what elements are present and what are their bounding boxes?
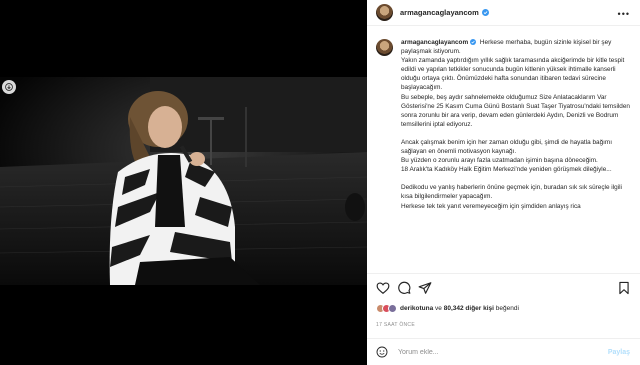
post-timestamp[interactable]: 17 SAAT ÖNCE xyxy=(376,322,415,328)
verified-badge-icon xyxy=(481,9,489,16)
verified-badge-icon xyxy=(470,39,477,45)
caption-paragraph-6: 18 Aralık'ta Kadıköy Halk Eğitim Merkezi… xyxy=(401,166,612,174)
caption-scroll-area[interactable]: armagancaglayancom Herkese merhaba, bugü… xyxy=(367,30,640,274)
caption-paragraph-9: Herkese tek tek yanıt veremeyeceğim için… xyxy=(401,202,581,210)
caption-paragraph-5: Bu yüzden o zorunlu arayı fazla uzatmada… xyxy=(401,157,598,165)
comment-input[interactable] xyxy=(398,348,608,356)
caption: armagancaglayancom Herkese merhaba, bugü… xyxy=(376,38,630,211)
more-options-button[interactable]: ••• xyxy=(618,9,630,19)
instagram-post-modal: armagancaglayancom ••• armagancaglayanco… xyxy=(0,0,640,365)
post-comment-button[interactable]: Paylaş xyxy=(608,349,630,356)
comment-icon[interactable] xyxy=(397,281,411,295)
avatar[interactable] xyxy=(376,4,393,21)
likes-connector: ve xyxy=(435,305,442,312)
caption-paragraph-4: Ancak çalışmak benim için her zaman oldu… xyxy=(401,138,612,156)
caption-paragraph-2: Bu sebeple, beş aydır sahnelemekte olduğ… xyxy=(401,93,630,128)
likes-suffix: beğendi xyxy=(495,305,519,312)
heart-icon[interactable] xyxy=(376,281,390,295)
likes-text: derikotuna ve 80,342 diğer kişi beğendi xyxy=(400,305,519,312)
comment-composer: Paylaş xyxy=(367,338,640,365)
likes-count[interactable]: 80,342 diğer kişi xyxy=(444,305,494,312)
post-media-area xyxy=(0,0,367,365)
caption-text: armagancaglayancom Herkese merhaba, bugü… xyxy=(401,38,630,211)
post-photo[interactable] xyxy=(0,77,367,285)
caption-username[interactable]: armagancaglayancom xyxy=(401,39,468,46)
post-details-panel: armagancaglayancom ••• armagancaglayanco… xyxy=(367,0,640,365)
caption-paragraph-8: Dedikodu ve yanlış haberlerin önüne geçm… xyxy=(401,184,622,201)
avatar xyxy=(388,304,397,313)
post-author-username[interactable]: armagancaglayancom xyxy=(400,8,479,17)
share-icon[interactable] xyxy=(418,281,432,295)
emoji-icon[interactable] xyxy=(376,346,388,358)
bookmark-icon[interactable] xyxy=(617,281,631,295)
post-header: armagancaglayancom ••• xyxy=(367,0,640,26)
chevron-left-icon xyxy=(5,83,13,91)
likes-summary: derikotuna ve 80,342 diğer kişi beğendi xyxy=(376,304,519,313)
post-actions-bar xyxy=(367,279,640,299)
caption-paragraph: armagancaglayancom Herkese merhaba, bugü… xyxy=(401,38,630,56)
caption-paragraph-1: Yakın zamanda yaptırdığım yıllık sağlık … xyxy=(401,57,625,92)
previous-post-button[interactable] xyxy=(2,80,16,94)
avatar[interactable] xyxy=(376,39,393,56)
liked-by-username[interactable]: derikotuna xyxy=(400,305,433,312)
